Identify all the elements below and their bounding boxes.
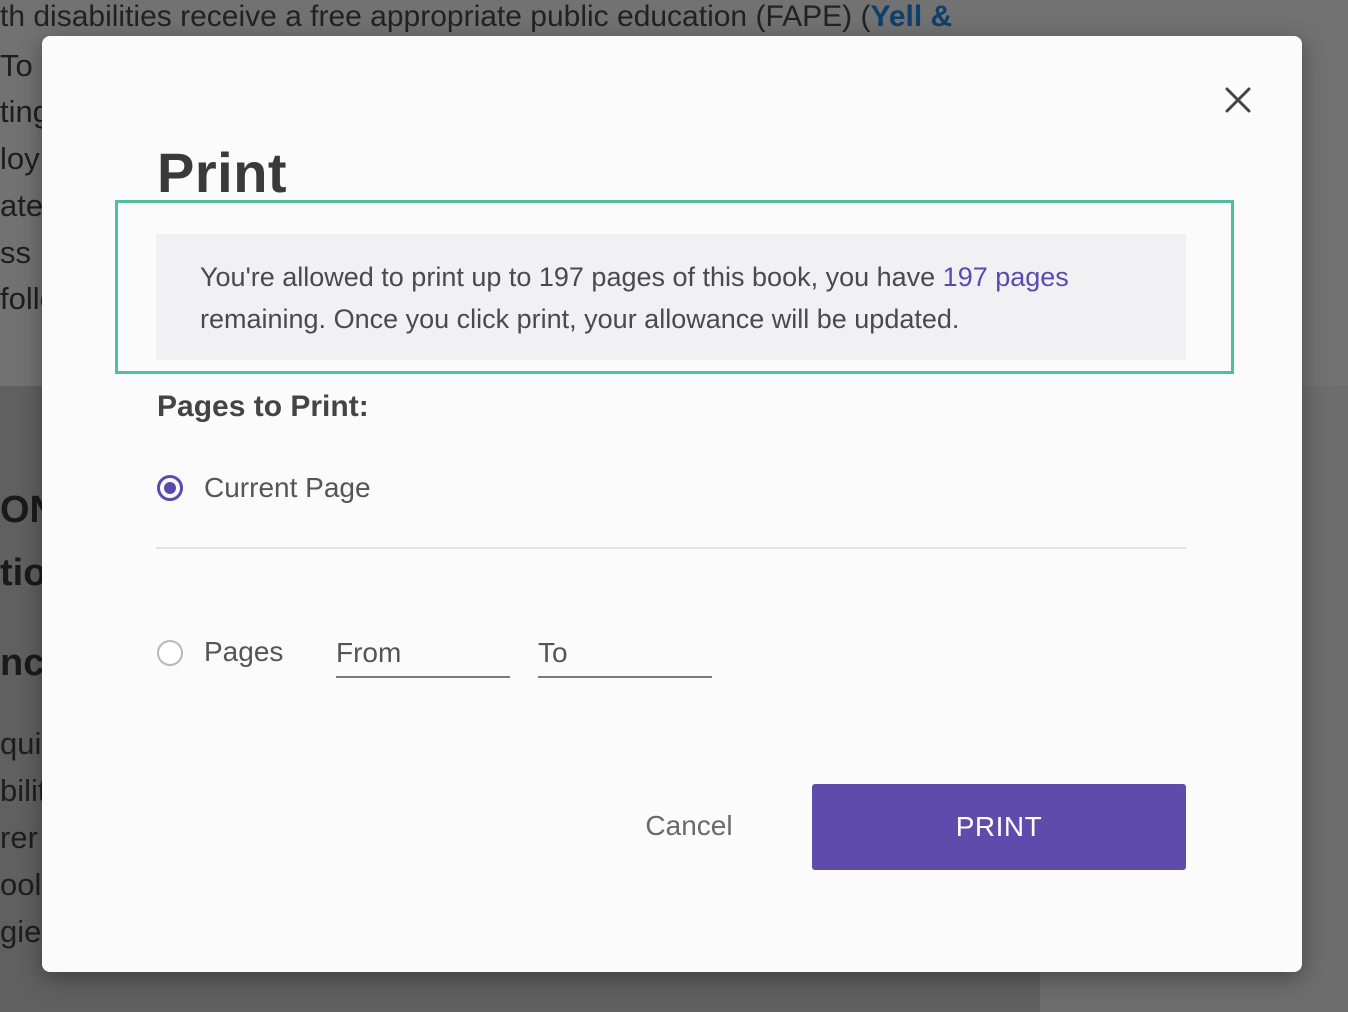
current-page-radio[interactable]: [157, 475, 183, 501]
pages-range-radio[interactable]: [157, 640, 183, 666]
background-text: ss: [0, 235, 31, 270]
print-dialog: Print You're allowed to print up to 197 …: [42, 36, 1302, 972]
close-icon: [1225, 87, 1251, 113]
close-button[interactable]: [1220, 82, 1256, 118]
current-page-label[interactable]: Current Page: [204, 472, 371, 504]
pages-to-print-label: Pages to Print:: [157, 390, 369, 423]
cancel-button[interactable]: Cancel: [622, 784, 756, 868]
from-page-input[interactable]: [336, 630, 510, 678]
background-text: ool: [0, 867, 42, 902]
background-heading: nc: [0, 642, 45, 684]
background-text: gie: [0, 914, 42, 949]
background-text: th disabilities receive a free appropria…: [0, 0, 871, 33]
background-heading: tio: [0, 552, 47, 594]
background-first-line: th disabilities receive a free appropria…: [0, 1, 952, 32]
print-button[interactable]: PRINT: [812, 784, 1186, 870]
background-text: ate: [0, 188, 44, 223]
options-divider: [156, 547, 1186, 549]
background-text: bilit: [0, 773, 47, 808]
background-text: loy: [0, 141, 40, 176]
background-link: Yell &: [870, 0, 953, 33]
dialog-title: Print: [157, 141, 288, 204]
to-page-input[interactable]: [538, 630, 712, 678]
background-text: rer: [0, 820, 38, 855]
highlight-frame: [115, 200, 1234, 374]
pages-range-label[interactable]: Pages: [204, 636, 283, 668]
